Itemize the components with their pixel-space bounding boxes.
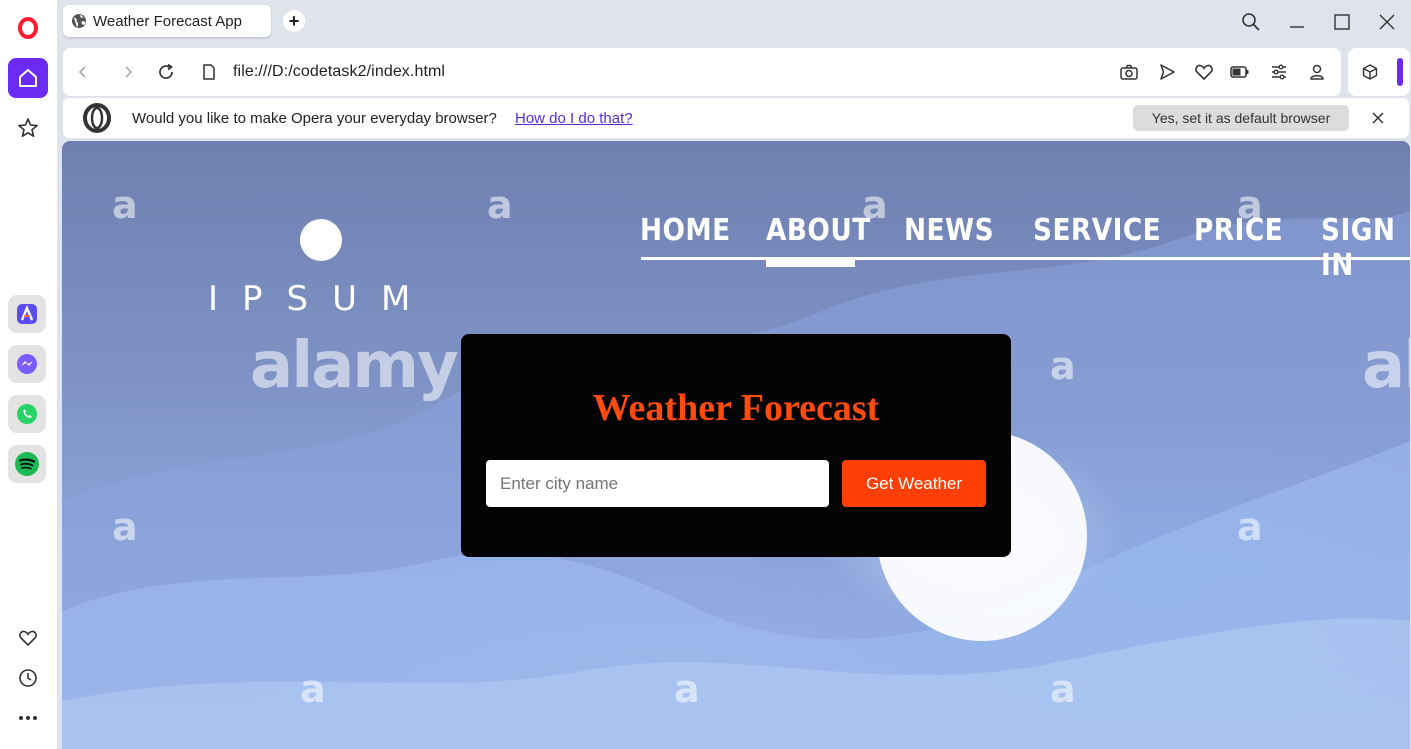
infobar-message: Would you like to make Opera your everyd… [132,110,497,127]
heart-icon[interactable] [8,618,48,658]
infobar-help-link[interactable]: How do I do that? [515,110,633,127]
extensions-panel [1348,48,1410,96]
url-field[interactable]: file:///D:/codetask2/index.html [233,63,445,81]
globe-icon [71,13,87,29]
nav-underline [641,257,1410,260]
file-icon [197,60,221,84]
close-window-icon[interactable] [1372,8,1402,36]
new-tab-button[interactable]: + [283,10,305,32]
watermark-letter: a [487,183,513,227]
site-logo: IPSUM [208,279,435,319]
battery-saver-icon[interactable] [1229,61,1251,83]
forward-icon[interactable] [116,60,140,84]
send-icon[interactable] [1156,61,1178,83]
heart-icon[interactable] [1193,61,1215,83]
reload-icon[interactable] [154,60,178,84]
aria-icon[interactable] [8,295,46,333]
sidebar-toggle-indicator[interactable] [1397,58,1403,86]
watermark-letter: a [112,505,138,549]
account-icon[interactable] [1306,61,1328,83]
star-icon[interactable] [8,108,48,148]
nav-home[interactable]: HOME [640,213,731,248]
card-title: Weather Forecast [592,387,880,429]
opera-logo-icon [82,103,112,138]
set-default-button[interactable]: Yes, set it as default browser [1133,105,1349,131]
home-icon[interactable] [8,58,48,98]
close-icon[interactable] [1368,108,1388,128]
back-icon[interactable] [71,60,95,84]
opera-logo-icon[interactable] [8,8,48,48]
city-input[interactable] [486,460,829,507]
tab-title: Weather Forecast App [93,12,242,30]
nav-sign-in[interactable]: SIGN IN [1321,213,1395,283]
maximize-icon[interactable] [1327,8,1357,36]
opera-sidebar [0,0,57,749]
page-viewport: a a a a a a a a a a alamy alamy IPSUM HO… [62,141,1410,749]
watermark-letter: a [112,183,138,227]
history-clock-icon[interactable] [8,658,48,698]
nav-about[interactable]: ABOUT [766,213,871,248]
watermark-text: alamy [250,329,459,403]
camera-icon[interactable] [1118,61,1140,83]
watermark-text: alamy [1362,329,1410,403]
easy-setup-icon[interactable] [1268,61,1290,83]
nav-active-indicator [766,257,855,267]
nav-price[interactable]: PRICE [1194,213,1283,248]
address-bar: file:///D:/codetask2/index.html [63,48,1341,96]
watermark-letter: a [1237,505,1263,549]
spotify-icon[interactable] [8,445,46,483]
weather-card: Weather Forecast Get Weather [461,334,1011,557]
watermark-letter: a [674,667,700,711]
watermark-letter: a [1050,667,1076,711]
minimize-icon[interactable] [1282,8,1312,36]
cube-icon[interactable] [1359,61,1381,83]
default-browser-infobar: Would you like to make Opera your everyd… [63,98,1409,138]
search-icon[interactable] [1236,8,1266,36]
nav-service[interactable]: SERVICE [1033,213,1161,248]
watermark-letter: a [1050,344,1076,388]
more-dots-icon[interactable] [8,698,48,738]
get-weather-button[interactable]: Get Weather [842,460,986,507]
whatsapp-icon[interactable] [8,395,46,433]
tab-strip: Weather Forecast App + [57,0,1411,46]
nav-news[interactable]: NEWS [904,213,994,248]
logo-moon [300,219,342,261]
browser-tab[interactable]: Weather Forecast App [63,5,271,37]
messenger-icon[interactable] [8,345,46,383]
watermark-letter: a [300,667,326,711]
